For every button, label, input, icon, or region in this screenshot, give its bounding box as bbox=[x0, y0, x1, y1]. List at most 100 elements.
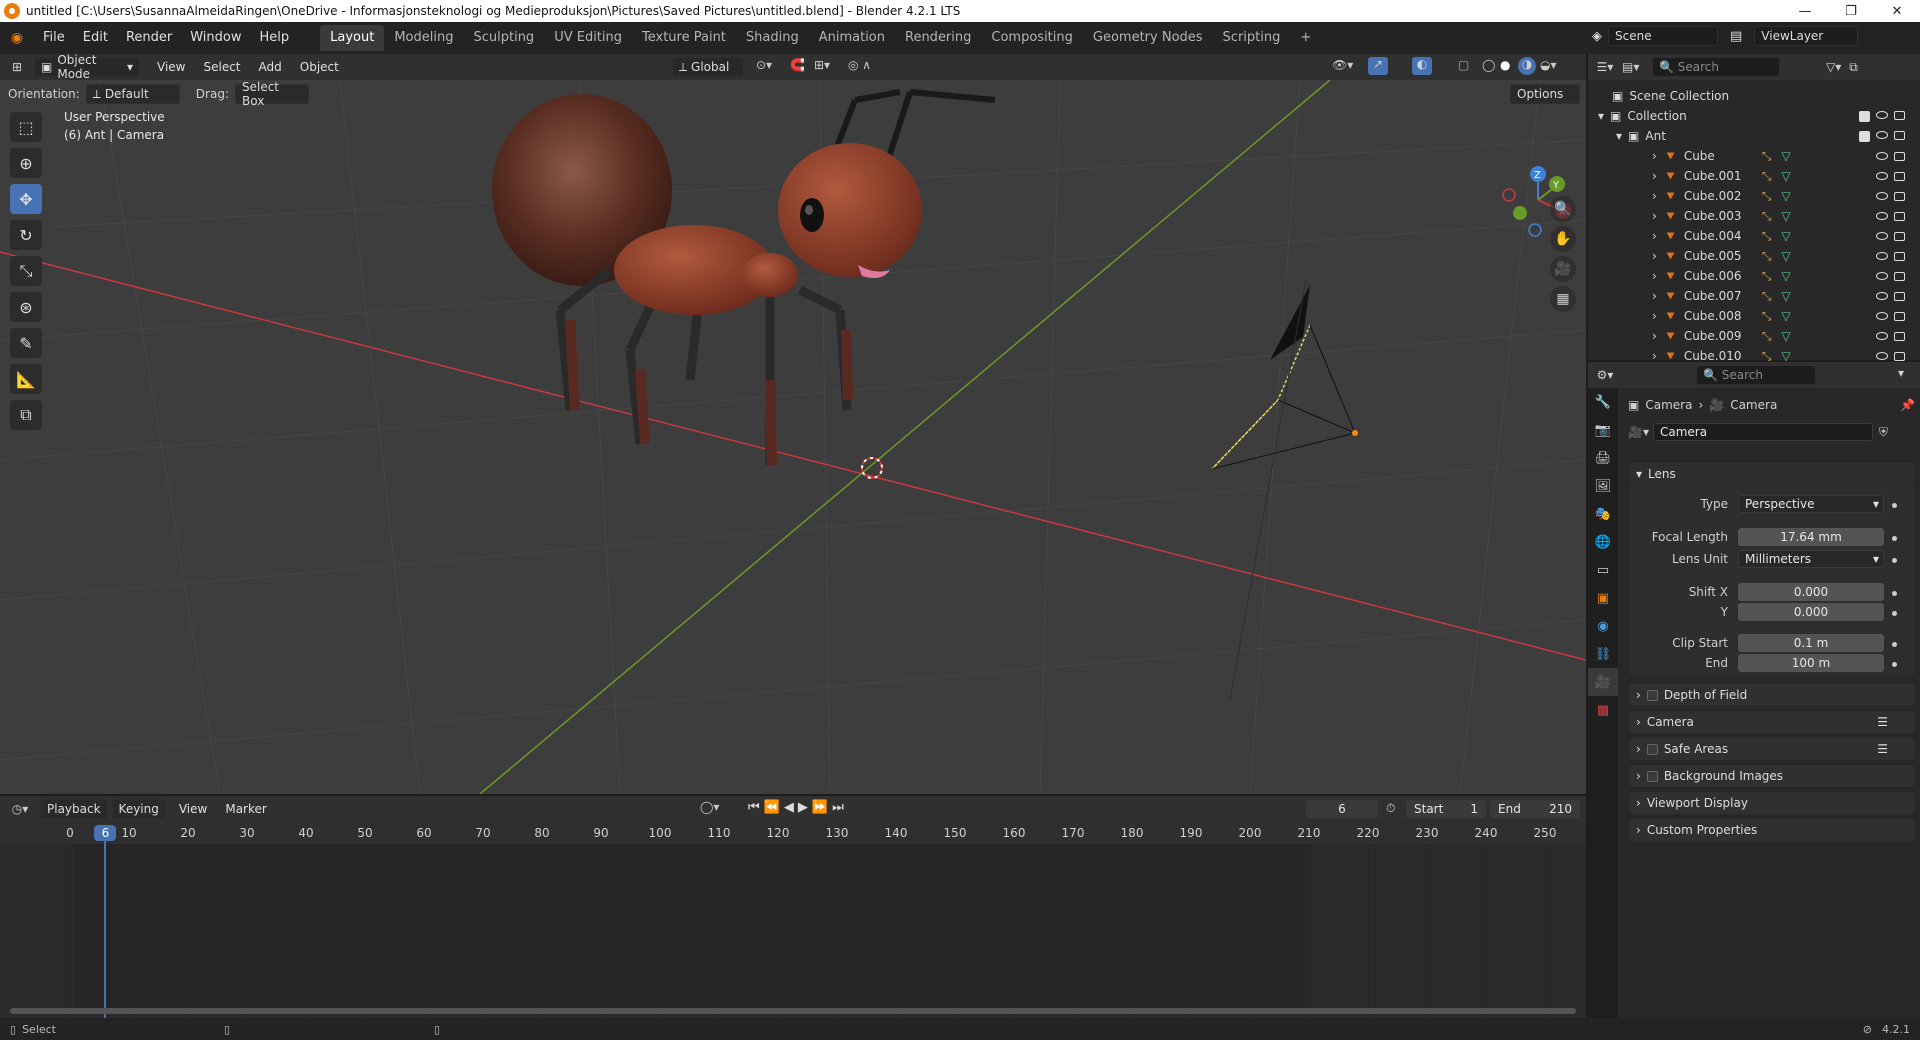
collection-tab-icon[interactable]: ▭ bbox=[1588, 556, 1618, 584]
custom-properties-panel[interactable]: › Custom Properties bbox=[1630, 819, 1914, 841]
keyframe-dot-icon[interactable] bbox=[1892, 591, 1897, 596]
tab-uv-editing[interactable]: UV Editing bbox=[544, 25, 632, 51]
ant-model[interactable] bbox=[492, 89, 996, 466]
shift-y-field[interactable]: 0.000 bbox=[1738, 603, 1884, 621]
eye-icon[interactable] bbox=[1876, 171, 1888, 180]
minimize-icon[interactable]: — bbox=[1782, 0, 1828, 22]
tab-shading[interactable]: Shading bbox=[736, 25, 809, 51]
eye-icon[interactable] bbox=[1876, 291, 1888, 300]
eye-icon[interactable] bbox=[1876, 251, 1888, 260]
shift-x-field[interactable]: 0.000 bbox=[1738, 583, 1884, 601]
collapse-chevron-icon[interactable]: ▾ bbox=[1616, 129, 1622, 143]
rotate-tool-icon[interactable]: ↻ bbox=[10, 220, 42, 250]
end-frame-field[interactable]: End 210 bbox=[1490, 800, 1580, 818]
transform-orientation-selector[interactable]: ⟂ Global bbox=[672, 57, 744, 77]
render-camera-icon[interactable] bbox=[1894, 151, 1905, 161]
editor-type-icon[interactable]: ⊞ bbox=[0, 60, 34, 74]
3d-cursor[interactable] bbox=[861, 457, 883, 479]
close-icon[interactable]: ✕ bbox=[1874, 0, 1920, 22]
expand-chevron-icon[interactable]: › bbox=[1652, 229, 1657, 243]
transform-tool-icon[interactable]: ⊛ bbox=[10, 292, 42, 322]
render-camera-icon[interactable] bbox=[1894, 191, 1905, 201]
eye-icon[interactable] bbox=[1876, 311, 1888, 320]
viewport-menu-add[interactable]: Add bbox=[250, 55, 291, 79]
keyframe-dot-icon[interactable] bbox=[1892, 503, 1897, 508]
outliner-editor-icon[interactable]: ☰▾ bbox=[1588, 60, 1622, 74]
background-images-panel[interactable]: › Background Images bbox=[1630, 765, 1914, 787]
view-layer-tab-icon[interactable]: 🖼 bbox=[1588, 472, 1618, 500]
keyframe-dot-icon[interactable] bbox=[1892, 536, 1897, 541]
viewport-display-panel[interactable]: › Viewport Display bbox=[1630, 792, 1914, 814]
collection-row[interactable]: ▾ ▣ Collection bbox=[1588, 106, 1920, 126]
constraints-tab-icon[interactable]: ⛓ bbox=[1588, 640, 1618, 668]
zoom-icon[interactable]: 🔍 bbox=[1550, 196, 1576, 222]
texture-tab-icon[interactable]: ▩ bbox=[1588, 696, 1618, 724]
pan-hand-icon[interactable]: ✋ bbox=[1550, 226, 1576, 252]
viewport-menu-object[interactable]: Object bbox=[291, 55, 348, 79]
keying-menu[interactable]: Keying bbox=[111, 799, 166, 819]
keyframe-dot-icon[interactable] bbox=[1892, 662, 1897, 667]
options-button[interactable]: Options bbox=[1510, 84, 1580, 104]
render-tab-icon[interactable]: 📷 bbox=[1588, 416, 1618, 444]
physics-tab-icon[interactable]: ◉ bbox=[1588, 612, 1618, 640]
tab-compositing[interactable]: Compositing bbox=[981, 25, 1083, 51]
ant-collection-row[interactable]: ▾ ▣ Ant bbox=[1588, 126, 1920, 146]
expand-chevron-icon[interactable]: › bbox=[1652, 189, 1657, 203]
rendered-shading-icon[interactable]: ◒▾ bbox=[1540, 58, 1557, 72]
camera-datablock[interactable]: 🎥▾ Camera ⛨ bbox=[1628, 422, 1914, 442]
expand-chevron-icon[interactable]: › bbox=[1652, 309, 1657, 323]
preset-list-icon[interactable]: ☰ bbox=[1877, 715, 1888, 729]
snap-target-icon[interactable]: ⊞▾ bbox=[814, 58, 830, 72]
expand-chevron-icon[interactable]: › bbox=[1652, 349, 1657, 363]
view-layer-selector[interactable]: ViewLayer bbox=[1754, 26, 1859, 46]
tab-scripting[interactable]: Scripting bbox=[1213, 25, 1291, 51]
add-cube-tool-icon[interactable]: ⧉ bbox=[10, 400, 42, 430]
output-tab-icon[interactable]: 🖨 bbox=[1588, 444, 1618, 472]
menu-render[interactable]: Render bbox=[117, 26, 181, 50]
outliner-object-row[interactable]: › Cube.003 ⤡ ▽ bbox=[1588, 206, 1920, 226]
preset-list-icon[interactable]: ☰ bbox=[1877, 742, 1888, 756]
object-tab-icon[interactable]: ▣ bbox=[1588, 584, 1618, 612]
new-collection-icon[interactable]: ⧉ bbox=[1849, 60, 1858, 75]
3d-viewport[interactable]: Z Y X Orientation: ⟂ Default Drag: Selec… bbox=[0, 80, 1586, 794]
add-workspace-button[interactable]: + bbox=[1290, 25, 1321, 51]
depth-of-field-checkbox[interactable] bbox=[1646, 689, 1658, 701]
tab-modeling[interactable]: Modeling bbox=[384, 25, 463, 51]
clip-end-field[interactable]: 100 m bbox=[1738, 654, 1884, 672]
playback-menu[interactable]: Playback bbox=[40, 799, 108, 819]
outliner-object-row[interactable]: › Cube.007 ⤡ ▽ bbox=[1588, 286, 1920, 306]
viewport-menu-select[interactable]: Select bbox=[194, 55, 249, 79]
eye-icon[interactable] bbox=[1876, 331, 1888, 340]
proportional-edit-icon[interactable]: ◎ ∧ bbox=[848, 58, 871, 72]
exclude-checkbox[interactable] bbox=[1859, 130, 1870, 142]
tab-animation[interactable]: Animation bbox=[809, 25, 895, 51]
cursor-tool-icon[interactable]: ⊕ bbox=[10, 148, 42, 178]
snap-icon[interactable]: 🧲 bbox=[790, 58, 805, 72]
render-camera-icon[interactable] bbox=[1894, 211, 1905, 221]
render-camera-icon[interactable] bbox=[1894, 110, 1905, 120]
camera-data-tab-icon[interactable]: 🎥 bbox=[1588, 668, 1618, 696]
render-camera-icon[interactable] bbox=[1894, 351, 1905, 361]
outliner-object-row[interactable]: › Cube.005 ⤡ ▽ bbox=[1588, 246, 1920, 266]
playhead-line[interactable] bbox=[104, 836, 107, 1018]
outliner-object-row[interactable]: › Cube.009 ⤡ ▽ bbox=[1588, 326, 1920, 346]
render-camera-icon[interactable] bbox=[1894, 231, 1905, 241]
expand-chevron-icon[interactable]: › bbox=[1652, 249, 1657, 263]
pivot-icon[interactable]: ⊙▾ bbox=[756, 58, 772, 72]
scene-tab-icon[interactable]: 🎭 bbox=[1588, 500, 1618, 528]
preview-range-icon[interactable]: ⏱ bbox=[1386, 801, 1395, 816]
render-camera-icon[interactable] bbox=[1894, 130, 1905, 140]
expand-chevron-icon[interactable]: › bbox=[1652, 149, 1657, 163]
world-tab-icon[interactable]: 🌐 bbox=[1588, 528, 1618, 556]
lens-unit-selector[interactable]: Millimeters ▾ bbox=[1738, 550, 1884, 568]
tab-sculpting[interactable]: Sculpting bbox=[463, 25, 544, 51]
eye-icon[interactable] bbox=[1876, 191, 1888, 200]
filter-icon[interactable]: ▽▾ bbox=[1826, 60, 1841, 74]
solid-shading-icon[interactable]: ● bbox=[1500, 58, 1510, 72]
eye-icon[interactable] bbox=[1876, 110, 1888, 119]
current-frame-field[interactable]: 6 bbox=[1306, 800, 1378, 818]
restore-icon[interactable]: ❐ bbox=[1828, 0, 1874, 22]
scale-tool-icon[interactable]: ⤡ bbox=[10, 256, 42, 286]
camera-view-icon[interactable]: 🎥 bbox=[1550, 256, 1576, 282]
scene-selector[interactable]: Scene bbox=[1608, 26, 1718, 46]
